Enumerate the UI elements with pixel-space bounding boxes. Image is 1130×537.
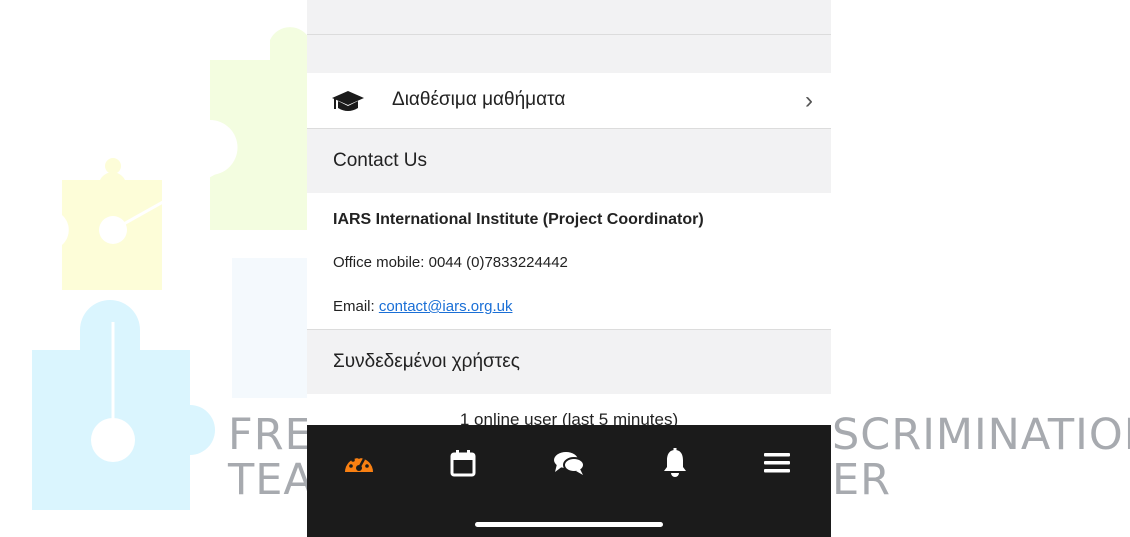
tab-messages[interactable] (547, 443, 591, 487)
top-section-spacer (307, 0, 831, 73)
tab-calendar[interactable] (441, 443, 485, 487)
contact-email-row: Email: contact@iars.org.uk (333, 298, 512, 315)
contact-us-heading: Contact Us (333, 150, 427, 171)
tab-notifications[interactable] (653, 443, 697, 487)
contact-organization: IARS International Institute (Project Co… (333, 211, 704, 228)
bell-icon (662, 447, 688, 483)
online-users-heading: Συνδεδεμένοι χρήστες (333, 351, 520, 372)
watermark-text-left-2: TEA (228, 455, 314, 505)
contact-details: IARS International Institute (Project Co… (307, 193, 831, 330)
home-indicator[interactable] (475, 522, 663, 527)
online-users-header: Συνδεδεμένοι χρήστες (307, 330, 831, 394)
graduation-cap-icon (331, 89, 365, 118)
chevron-right-icon: › (805, 87, 813, 114)
email-label: Email: (333, 298, 379, 315)
contact-us-header: Contact Us (307, 129, 831, 193)
watermark-text-right-1: SCRIMINATION: (832, 410, 1130, 460)
calendar-icon (450, 449, 476, 482)
available-courses-label: Διαθέσιμα μαθήματα (392, 89, 566, 110)
email-link[interactable]: contact@iars.org.uk (379, 298, 513, 315)
available-courses-item[interactable]: Διαθέσιμα μαθήματα › (307, 73, 831, 129)
menu-icon (763, 451, 791, 480)
dashboard-icon (343, 450, 375, 481)
app-screen: Διαθέσιμα μαθήματα › Contact Us IARS Int… (307, 0, 831, 537)
tab-menu[interactable] (755, 443, 799, 487)
watermark-text-right-2: ER (832, 455, 892, 505)
bottom-tab-bar (307, 425, 831, 537)
tab-dashboard[interactable] (337, 443, 381, 487)
divider (307, 34, 831, 35)
messages-icon (552, 450, 586, 481)
watermark-text-left-1: FRE (228, 410, 313, 460)
contact-phone: Office mobile: 0044 (0)7833224442 (333, 254, 568, 271)
